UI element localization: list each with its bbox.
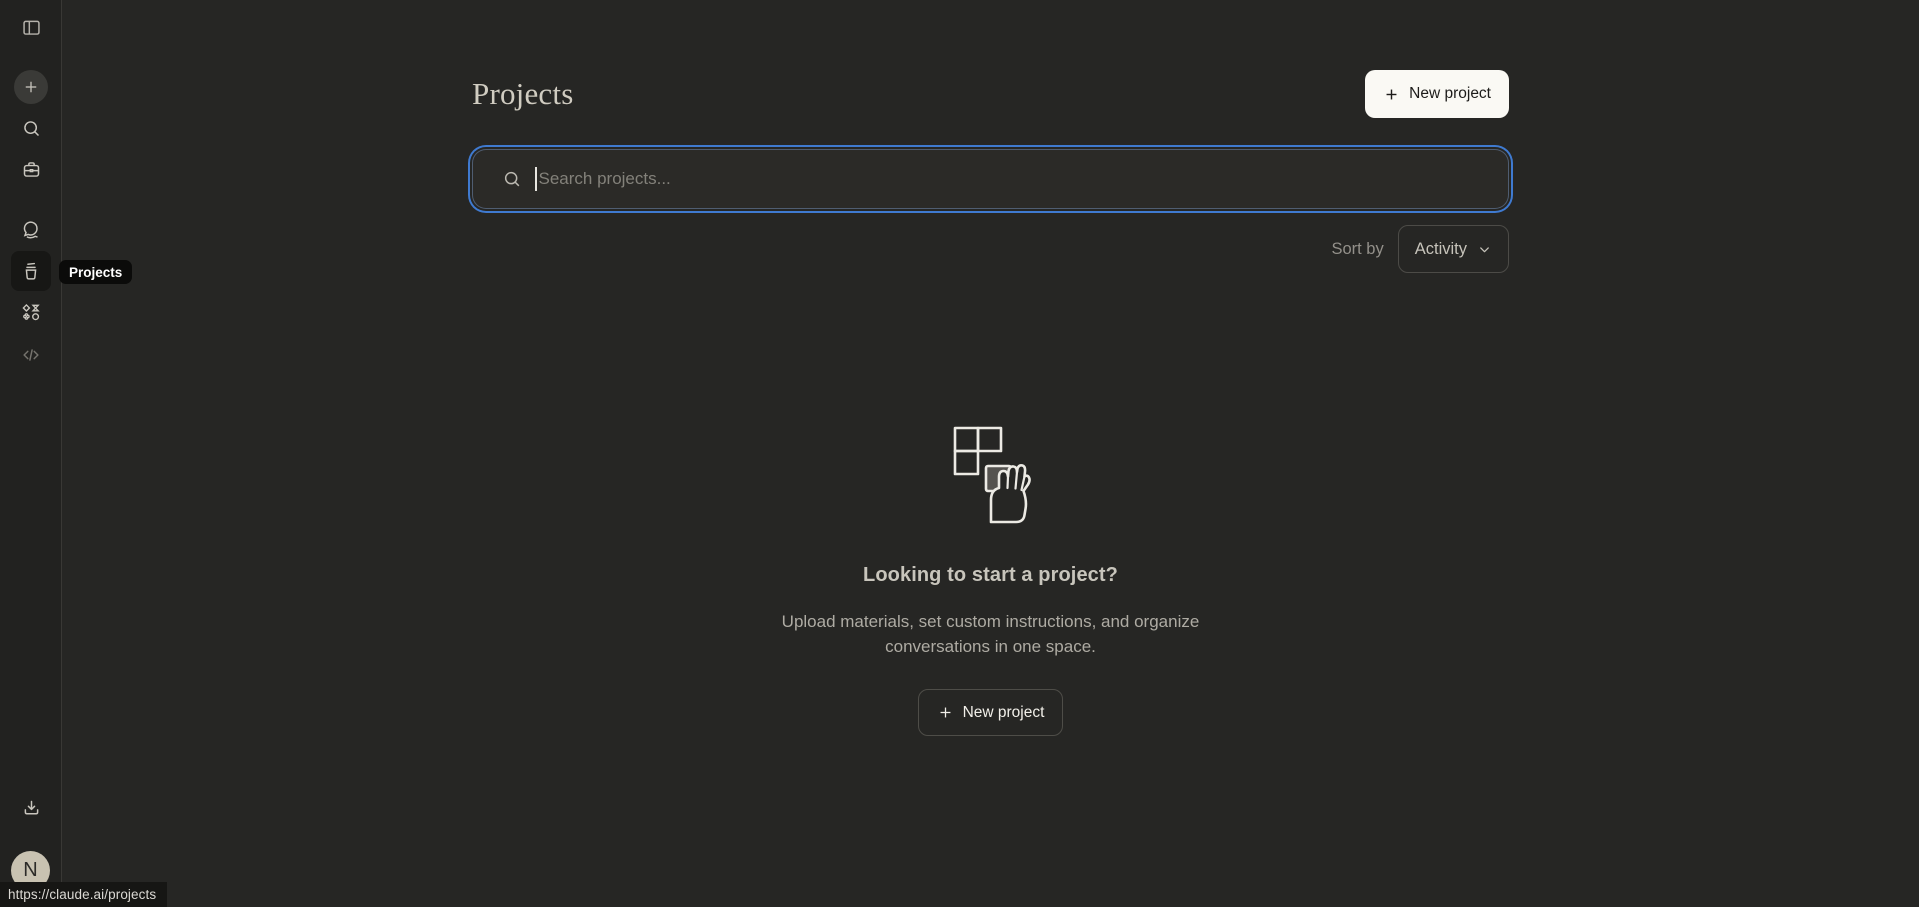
projects-page: Projects New project Sort by	[472, 0, 1509, 736]
hand-placing-square-illustration	[932, 421, 1050, 530]
sidebar-toggle-button[interactable]	[11, 7, 51, 47]
plus-icon	[937, 704, 954, 721]
empty-state-heading: Looking to start a project?	[863, 564, 1118, 587]
panel-left-icon	[21, 17, 42, 38]
sidebar-search-button[interactable]	[11, 108, 51, 148]
projects-tooltip: Projects	[59, 260, 132, 284]
shapes-icon	[20, 302, 42, 324]
plus-icon	[14, 70, 48, 104]
search-icon	[21, 118, 42, 139]
projects-box-icon	[20, 260, 42, 282]
sidebar-business-button[interactable]	[11, 149, 51, 189]
status-url: https://claude.ai/projects	[8, 887, 156, 902]
plus-icon	[1383, 86, 1400, 103]
main-area: Projects New project Sort by	[62, 0, 1919, 907]
new-project-label: New project	[1409, 85, 1491, 103]
sort-dropdown[interactable]: Activity	[1398, 225, 1509, 273]
search-input[interactable]	[539, 169, 1489, 189]
chevron-down-icon	[1477, 242, 1492, 257]
empty-state: Looking to start a project? Upload mater…	[472, 421, 1509, 736]
sort-by-label: Sort by	[1331, 240, 1383, 259]
sidebar-chats-button[interactable]	[11, 210, 51, 250]
download-button[interactable]	[11, 788, 51, 828]
search-icon	[502, 169, 522, 189]
avatar-initial: N	[23, 859, 37, 882]
page-title: Projects	[472, 76, 573, 112]
new-project-button-top[interactable]: New project	[1365, 70, 1509, 118]
search-projects-field[interactable]	[472, 149, 1509, 209]
sidebar: N	[0, 0, 62, 907]
new-project-label: New project	[963, 704, 1045, 722]
link-status-bar: https://claude.ai/projects	[0, 882, 167, 907]
sidebar-code-button[interactable]	[11, 335, 51, 375]
empty-state-description: Upload materials, set custom instruction…	[755, 609, 1227, 659]
sidebar-projects-button[interactable]	[11, 251, 51, 291]
code-icon	[20, 344, 42, 366]
text-caret	[535, 167, 537, 191]
new-project-button-empty[interactable]: New project	[918, 689, 1064, 736]
page-header: Projects New project	[472, 70, 1509, 118]
new-chat-button[interactable]	[11, 67, 51, 107]
sort-row: Sort by Activity	[472, 225, 1509, 273]
chat-bubble-icon	[20, 219, 42, 241]
download-icon	[21, 798, 42, 819]
sort-value: Activity	[1415, 240, 1467, 259]
tooltip-label: Projects	[69, 265, 122, 280]
briefcase-icon	[21, 159, 42, 180]
sidebar-apps-button[interactable]	[11, 293, 51, 333]
